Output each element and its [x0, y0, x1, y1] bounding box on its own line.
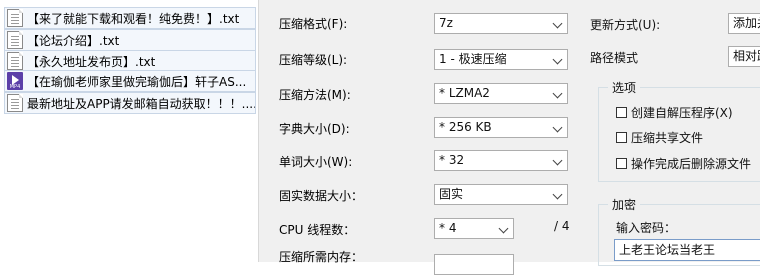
update-select[interactable]: 添加并 — [728, 13, 760, 34]
cpu-value: * 4 — [439, 221, 457, 235]
shared-label: 压缩共享文件 — [631, 131, 704, 145]
encrypt-title: 加密 — [608, 196, 641, 213]
level-value: 1 - 极速压缩 — [439, 52, 507, 66]
shared-checkbox[interactable]: 压缩共享文件 — [616, 129, 703, 146]
method-value: * LZMA2 — [439, 86, 490, 100]
solid-value: 固实 — [439, 187, 464, 201]
path-value: 相对路 — [733, 49, 760, 63]
memory-label: 压缩所需内存： — [279, 250, 364, 264]
method-select[interactable]: * LZMA2 — [434, 83, 568, 104]
chevron-down-icon — [553, 18, 563, 28]
chevron-down-icon — [553, 88, 563, 98]
password-label: 输入密码： — [616, 221, 677, 235]
file-item[interactable]: MP4 【在瑜伽老师家里做完瑜伽后】轩子AS... — [4, 70, 256, 92]
chevron-down-icon — [553, 122, 563, 132]
checkbox-box — [616, 158, 627, 169]
password-input[interactable]: 上老王论坛当老王 — [614, 239, 760, 261]
sfx-label: 创建自解压程序(X) — [631, 106, 733, 120]
solid-select[interactable]: 固实 — [434, 184, 568, 205]
cpu-total: / 4 — [554, 219, 570, 233]
text-file-icon — [7, 31, 23, 49]
text-file-icon — [7, 94, 23, 112]
memory-field — [434, 254, 514, 275]
file-name: 【在瑜伽老师家里做完瑜伽后】轩子AS... — [27, 74, 247, 89]
method-label: 压缩方法(M): — [279, 88, 351, 102]
word-label: 单词大小(W): — [279, 155, 353, 169]
file-item[interactable]: 【来了就能下载和观看！纯免费！】.txt — [4, 7, 256, 29]
chevron-down-icon — [499, 223, 509, 233]
sfx-checkbox[interactable]: 创建自解压程序(X) — [616, 104, 733, 121]
mp4-badge: MP4 — [9, 84, 21, 90]
path-label: 路径模式 — [590, 51, 639, 65]
word-value: * 32 — [439, 153, 465, 167]
delete-label: 操作完成后删除源文件 — [631, 157, 752, 171]
file-name: 【论坛介绍】.txt — [27, 33, 120, 48]
delete-checkbox[interactable]: 操作完成后删除源文件 — [616, 155, 751, 172]
chevron-down-icon — [553, 189, 563, 199]
level-select[interactable]: 1 - 极速压缩 — [434, 49, 568, 70]
settings-panel: 压缩格式(F): 7z 压缩等级(L): 1 - 极速压缩 压缩方法(M): *… — [266, 0, 760, 275]
dict-label: 字典大小(D): — [279, 122, 350, 136]
checkbox-box — [616, 107, 627, 118]
checkbox-box — [616, 132, 627, 143]
level-label: 压缩等级(L): — [279, 53, 348, 67]
options-title: 选项 — [608, 79, 641, 96]
password-value: 上老王论坛当老王 — [619, 243, 716, 257]
update-label: 更新方式(U): — [590, 18, 661, 32]
file-item[interactable]: 【论坛介绍】.txt — [4, 29, 256, 51]
solid-label: 固实数据大小： — [279, 189, 364, 203]
file-item[interactable]: 最新地址及APP请发邮箱自动获取！！！.... — [4, 92, 256, 114]
file-name: 【永久地址发布页】.txt — [27, 54, 156, 69]
chevron-down-icon — [553, 155, 563, 165]
text-file-icon — [7, 9, 23, 27]
format-label: 压缩格式(F): — [279, 17, 348, 31]
file-name: 最新地址及APP请发邮箱自动获取！！！.... — [27, 96, 255, 111]
format-value: 7z — [439, 16, 453, 30]
path-select[interactable]: 相对路 — [728, 46, 760, 67]
pane-splitter[interactable] — [258, 0, 266, 262]
text-file-icon — [7, 52, 23, 70]
dict-select[interactable]: * 256 KB — [434, 117, 568, 138]
format-select[interactable]: 7z — [434, 13, 568, 34]
update-value: 添加并 — [733, 16, 760, 30]
cpu-select[interactable]: * 4 — [434, 218, 514, 239]
file-list: 【来了就能下载和观看！纯免费！】.txt 【论坛介绍】.txt 【永久地址发布页… — [0, 0, 258, 262]
cpu-label: CPU 线程数： — [279, 223, 356, 237]
word-select[interactable]: * 32 — [434, 150, 568, 171]
chevron-down-icon — [553, 54, 563, 64]
video-file-icon: MP4 — [7, 72, 23, 90]
file-item[interactable]: 【永久地址发布页】.txt — [4, 50, 256, 72]
dict-value: * 256 KB — [439, 120, 492, 134]
file-name: 【来了就能下载和观看！纯免费！】.txt — [27, 11, 240, 26]
